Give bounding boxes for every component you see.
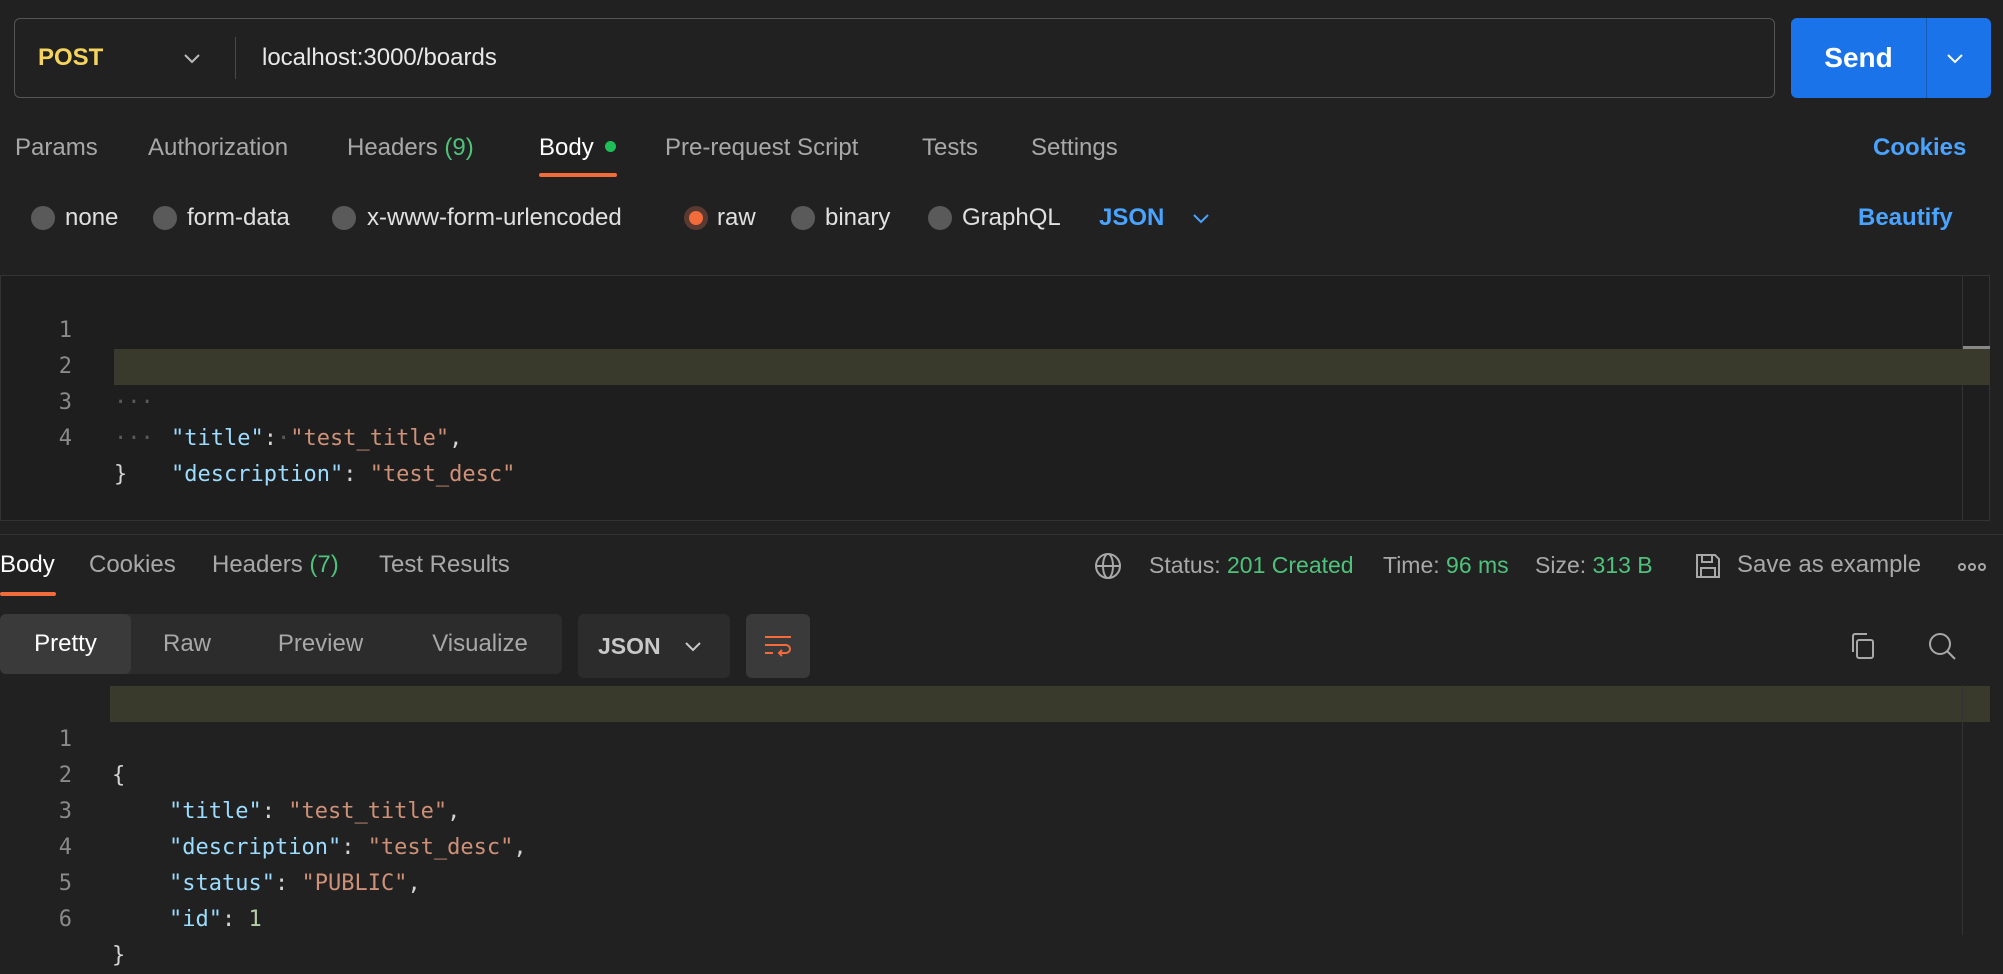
method-select[interactable]: POST	[38, 19, 103, 97]
more-options-icon[interactable]	[1957, 557, 1987, 577]
chevron-down-icon[interactable]	[1943, 46, 1967, 70]
chevron-down-icon[interactable]	[1189, 206, 1213, 230]
radio-binary[interactable]	[791, 206, 815, 230]
radio-none[interactable]	[31, 206, 55, 230]
code-line: 6 }	[58, 907, 126, 968]
save-as-example-button[interactable]: Save as example	[1737, 545, 1921, 585]
body-language-select[interactable]: JSON	[1099, 198, 1164, 238]
url-input[interactable]: localhost:3000/boards	[262, 19, 497, 97]
view-preview[interactable]: Preview	[243, 614, 398, 674]
search-icon[interactable]	[1926, 630, 1958, 662]
radio-label-graphql[interactable]: GraphQL	[962, 198, 1061, 238]
response-size[interactable]: Size: 313 B	[1535, 545, 1653, 585]
radio-label-none[interactable]: none	[65, 198, 118, 238]
tab-params[interactable]: Params	[15, 128, 98, 168]
radio-raw[interactable]	[684, 206, 708, 230]
tab-body[interactable]: Body	[539, 128, 594, 168]
pane-divider[interactable]	[0, 534, 2003, 535]
viewer-scrollbar-track	[1962, 685, 1963, 935]
tab-authorization[interactable]: Authorization	[148, 128, 288, 168]
radio-form-data[interactable]	[153, 206, 177, 230]
code-line: 4 "status": "PUBLIC",	[58, 835, 421, 896]
code-line: 1 {	[58, 727, 126, 788]
copy-icon[interactable]	[1847, 630, 1879, 662]
save-icon[interactable]	[1693, 551, 1723, 581]
send-separator	[1926, 18, 1927, 98]
tab-tests[interactable]: Tests	[922, 128, 978, 168]
tab-pre-request-script[interactable]: Pre-request Script	[665, 128, 858, 168]
response-format-label[interactable]: JSON	[598, 614, 661, 678]
radio-graphql[interactable]	[928, 206, 952, 230]
response-format-select[interactable]: JSON	[578, 614, 730, 678]
active-tab-underline	[0, 592, 56, 596]
code-line: 5 "id": 1	[58, 871, 262, 932]
radio-label-urlencoded[interactable]: x-www-form-urlencoded	[367, 198, 622, 238]
response-status[interactable]: Status: 201 Created	[1149, 545, 1354, 585]
view-mode-switcher: Pretty Raw Preview Visualize	[0, 614, 562, 674]
radio-urlencoded[interactable]	[332, 206, 356, 230]
code-line: 2 ··· "title":·"test_title",	[58, 354, 463, 451]
radio-label-binary[interactable]: binary	[825, 198, 890, 238]
response-tab-body[interactable]: Body	[0, 545, 55, 585]
code-line: 4 }	[58, 426, 128, 487]
code-line: 1 {	[58, 318, 128, 379]
editor-scrollbar-track	[1962, 275, 1963, 521]
beautify-button[interactable]: Beautify	[1858, 198, 1953, 238]
view-raw[interactable]: Raw	[131, 614, 243, 674]
code-line: 3 ··· "description": "test_desc"	[58, 390, 516, 487]
response-tab-headers[interactable]: Headers (7)	[212, 545, 339, 585]
url-bar: POST localhost:3000/boards	[14, 18, 1775, 98]
active-tab-underline	[539, 173, 617, 177]
globe-icon[interactable]	[1094, 552, 1122, 580]
radio-label-form-data[interactable]: form-data	[187, 198, 290, 238]
response-tab-test-results[interactable]: Test Results	[379, 545, 510, 585]
wrap-lines-icon[interactable]	[762, 630, 794, 662]
send-label[interactable]: Send	[1791, 18, 1926, 98]
code-line: 3 "description": "test_desc",	[58, 799, 527, 860]
chevron-down-icon[interactable]	[681, 634, 705, 658]
headers-count: (9)	[444, 134, 474, 161]
wrap-lines-button[interactable]	[746, 614, 810, 678]
url-separator	[235, 37, 236, 79]
radio-label-raw[interactable]: raw	[717, 198, 756, 238]
headers-count: (7)	[309, 551, 339, 578]
view-pretty[interactable]: Pretty	[0, 614, 131, 674]
tab-headers[interactable]: Headers (9)	[347, 128, 474, 168]
cookies-link[interactable]: Cookies	[1873, 128, 1966, 168]
chevron-down-icon[interactable]	[180, 46, 204, 70]
tab-settings[interactable]: Settings	[1031, 128, 1118, 168]
send-button[interactable]: Send	[1791, 18, 1991, 98]
response-tab-cookies[interactable]: Cookies	[89, 545, 176, 585]
body-indicator-dot	[605, 141, 616, 152]
response-time[interactable]: Time: 96 ms	[1383, 545, 1509, 585]
code-line: 2 "title": "test_title",	[58, 763, 461, 824]
view-visualize[interactable]: Visualize	[398, 614, 562, 674]
